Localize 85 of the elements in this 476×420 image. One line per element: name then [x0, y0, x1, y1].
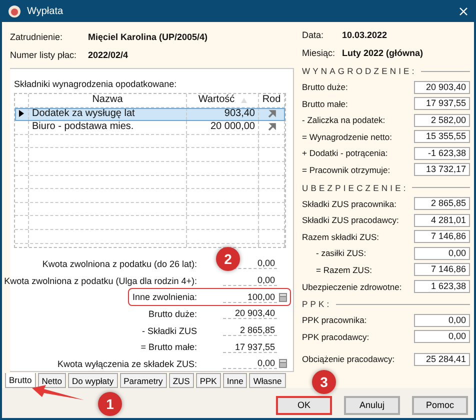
- amount-field: 0,00: [414, 314, 470, 327]
- tab[interactable]: PPK: [196, 373, 221, 388]
- amount-field: 7 146,86: [414, 230, 470, 244]
- summary-value: 17 937,55: [223, 342, 277, 353]
- section-title: WYNAGRODZENIE:: [302, 66, 417, 76]
- dialog-button[interactable]: OK: [276, 396, 332, 414]
- summary-label: Kwota wyłączenia ze składek ZUS:: [57, 358, 198, 369]
- table-cell: 20 000,00: [187, 121, 259, 134]
- amount-field: 1 623,38: [414, 280, 470, 294]
- summary-label: = Brutto małe:: [140, 342, 198, 352]
- table-row[interactable]: Dodatek za wysługę lat 903,40: [15, 108, 285, 122]
- arrow-icon[interactable]: [268, 110, 276, 118]
- step-badge: 3: [312, 370, 336, 394]
- amount-label: Obciążenie pracodawcy:: [302, 354, 396, 364]
- field-value: 2022/02/4: [88, 50, 130, 60]
- amount-label: = Razem ZUS:: [316, 264, 373, 275]
- arrow-icon[interactable]: [268, 123, 276, 132]
- amount-label: Brutto duże:: [302, 82, 349, 92]
- summary-value: 0,00: [223, 358, 277, 370]
- amount-field: 13 732,17: [414, 163, 470, 176]
- amount-field: 20 903,40: [414, 80, 470, 94]
- summary-label: Brutto duże:: [148, 308, 198, 319]
- amount-field: 2 582,00: [414, 114, 470, 127]
- table-cell: Biuro - podstawa mies.: [29, 121, 187, 134]
- calculator-icon[interactable]: [279, 359, 287, 368]
- amount-label: PPK pracownika:: [302, 315, 368, 326]
- amount-field: 17 937,55: [414, 97, 470, 110]
- column-header[interactable]: Wartość: [187, 94, 259, 107]
- amount-field: 25 284,41: [414, 352, 470, 366]
- tab[interactable]: Netto: [38, 373, 66, 388]
- summary-value: 100,00: [223, 292, 277, 303]
- summary-label: Kwota zwolniona z podatku (do 26 lat):: [42, 258, 198, 269]
- summary-value: 20 903,40: [223, 308, 277, 320]
- dialog-button[interactable]: Anuluj: [344, 396, 400, 414]
- summary-label: - Składki ZUS: [142, 326, 198, 336]
- field-value: 10.03.2022: [342, 30, 388, 40]
- amount-label: Ubezpieczenie zdrowotne:: [302, 282, 403, 292]
- table-row[interactable]: Biuro - podstawa mies. 20 000,00: [15, 121, 285, 135]
- row-pointer-icon: [19, 110, 24, 118]
- amount-label: Składki ZUS pracownika:: [302, 198, 398, 209]
- summary-value: 0,00: [223, 275, 277, 286]
- field-label: Numer listy płac:: [10, 50, 78, 60]
- amount-label: - Zaliczka na podatek:: [302, 115, 386, 126]
- amount-label: Składki ZUS pracodawcy:: [302, 215, 400, 226]
- tab[interactable]: Inne: [222, 373, 248, 388]
- field-value: Luty 2022 (główna): [342, 48, 424, 58]
- summary-label: Inne zwolnienia:: [132, 292, 198, 302]
- section-title: UBEZPIECZENIE:: [302, 182, 408, 193]
- amount-label: = Wynagrodzenie netto:: [302, 132, 393, 142]
- amount-field: 4 281,01: [414, 214, 470, 227]
- dialog-button[interactable]: Pomoc: [412, 396, 468, 414]
- amount-label: PPK pracodawcy:: [302, 332, 370, 342]
- app-logo-icon: [8, 4, 21, 18]
- field-value: Mięciel Karolina (UP/2005/4): [88, 32, 209, 42]
- close-icon[interactable]: [459, 6, 468, 16]
- amount-field: 0,00: [414, 246, 470, 260]
- section-caption: Składniki wynagrodzenia opodatkowane:: [14, 79, 178, 89]
- amount-label: + Dodatki - potrącenia:: [302, 148, 389, 158]
- tab[interactable]: Do wypłaty: [68, 373, 118, 388]
- field-label: Data:: [302, 30, 325, 40]
- table-cell: Dodatek za wysługę lat: [29, 108, 187, 120]
- tab[interactable]: Własne: [249, 373, 286, 388]
- calculator-icon[interactable]: [279, 292, 287, 302]
- tab[interactable]: Brutto: [5, 373, 36, 388]
- amount-field: 15 355,55: [414, 130, 470, 144]
- amount-label: Razem składki ZUS:: [302, 232, 380, 242]
- table-cell: 903,40: [187, 108, 259, 120]
- sort-icon: [240, 98, 247, 103]
- amount-field: -1 623,38: [414, 146, 470, 160]
- field-label: Miesiąc:: [302, 48, 336, 58]
- column-header[interactable]: Rod: [259, 94, 285, 107]
- column-header[interactable]: Nazwa: [29, 94, 187, 107]
- field-label: Zatrudnienie:: [10, 32, 64, 42]
- summary-value: 2 865,85: [223, 325, 277, 336]
- window-title: Wypłata: [27, 6, 64, 16]
- amount-field: 7 146,86: [414, 263, 470, 276]
- amount-label: - zasiłki ZUS:: [316, 248, 368, 258]
- tab[interactable]: ZUS: [168, 373, 194, 388]
- amount-field: 0,00: [414, 330, 470, 344]
- amount-label: Brutto małe:: [302, 98, 349, 109]
- tab[interactable]: Parametry: [120, 373, 167, 388]
- amount-field: 2 865,85: [414, 197, 470, 210]
- section-title: PPK:: [302, 299, 332, 310]
- summary-label: Kwota zwolniona z podatku (Ulga dla rodzin 4+):: [4, 276, 198, 286]
- amount-label: = Pracownik otrzymuje:: [302, 164, 392, 175]
